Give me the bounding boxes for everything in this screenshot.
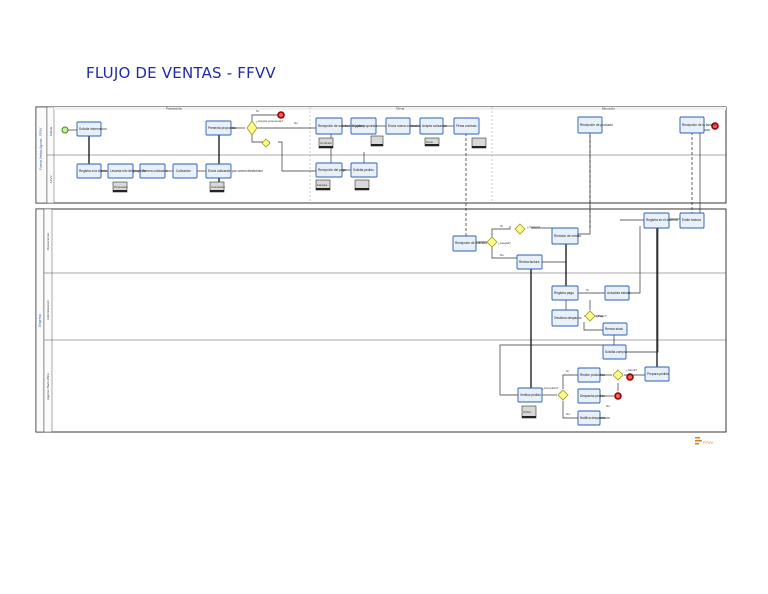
task-label: Cotización [176, 169, 191, 173]
lane-backoffice-label: Agente / Back office [46, 373, 50, 400]
task-label: Presenta propuesta [208, 126, 236, 130]
gateway-label: ¿Completo? [542, 386, 559, 390]
gateway-label: ¿Acepta propuesta? [256, 119, 283, 123]
task-label: Emite factura [682, 218, 701, 222]
task-label: Notifica despacho [580, 416, 606, 420]
task-label: Verifica pedido [520, 393, 541, 397]
gateway-stock [612, 369, 624, 381]
flow-label-yes: Sí [500, 224, 503, 228]
flow-label-yes: Sí [566, 369, 569, 373]
flow-label-no: No [566, 412, 570, 416]
task-label: Acepta cotización [422, 124, 447, 128]
task-label: Levanta info del proyecto [110, 169, 146, 173]
lane-operaciones-label: Operaciones [46, 232, 50, 250]
task-label: Gestiona despacho [554, 316, 582, 320]
task-label: Registra en el sistema [646, 218, 678, 222]
lane-ffvv-label: FFVV [49, 175, 53, 183]
task-label: Genera cotización [142, 169, 168, 173]
phase-oferta-label: Oferta [396, 107, 405, 111]
lane-cliente-label: Cliente [49, 126, 53, 136]
flow-label-no: No [606, 404, 610, 408]
gateway-extra [261, 138, 271, 148]
task-label: Recepción del pago [318, 168, 346, 172]
task-label: Prepara pedido [647, 372, 669, 376]
process-diagram: Fuerza Ventas Agente - FFVV Cliente FFVV… [35, 107, 727, 433]
task-label: Solicita compra [605, 350, 627, 354]
pool-bottom-label: Empresa [38, 314, 42, 327]
task-label: Actualiza estado [607, 291, 631, 295]
gateway-completo [557, 389, 569, 401]
document-label: Cotización [211, 185, 225, 189]
task-label: Recepción de solicitud [455, 241, 487, 245]
pool-top: Fuerza Ventas Agente - FFVV Cliente FFVV… [35, 107, 727, 204]
task-label: Despacha pedido [580, 394, 605, 398]
task-label: Recepción de producto [580, 123, 613, 127]
task-label: Registra a la cliente [79, 169, 107, 173]
thick-flows [218, 171, 658, 390]
sequence-flows [68, 114, 710, 419]
gateway-credito [514, 223, 526, 235]
logo-text: FFVV [703, 440, 714, 445]
start-event [61, 126, 69, 134]
gateway-label: ¿Pago? [596, 314, 607, 318]
task-label: Solicita pedido [353, 168, 374, 172]
flow-label-no: No [500, 253, 504, 257]
task-label: Revisa stock [605, 327, 623, 331]
task-label: Revisa factura [519, 260, 540, 264]
document-label: Contrato [320, 141, 332, 145]
pool-bottom: Empresa Operaciones Administración Agent… [35, 208, 727, 433]
flow-label-yes: Sí [256, 109, 259, 113]
document-label: Guía [426, 140, 433, 144]
flow-label-no: No [294, 121, 298, 125]
tasks [76, 116, 705, 426]
gateway-pago [584, 310, 596, 322]
gateway-label: ¿Acepta? [498, 241, 511, 245]
document-label: Orden [523, 410, 532, 414]
phase-ejecucion-label: Ejecución [602, 107, 615, 111]
document-label: Factura [317, 183, 328, 187]
task-label: Envía cotización por correo electrónico [208, 169, 263, 173]
gateway-acepta [486, 236, 498, 248]
task-label: Recepción de la factura [682, 123, 716, 127]
gateway-label: ¿Stock? [626, 368, 637, 372]
lane-administracion-label: Administración [46, 300, 50, 320]
task-label: Firma contrato [456, 124, 477, 128]
phase-preparacion-label: Preparación [166, 107, 183, 111]
gateway-label: ¿Crédito? [527, 225, 541, 229]
task-label: Revisión de crédito [554, 234, 581, 238]
task-label: Ajusta propuesta [353, 124, 377, 128]
pool-top-label: Fuerza Ventas Agente - FFVV [39, 127, 43, 170]
flow-label-yes: Sí [586, 288, 589, 292]
end-event-1 [277, 111, 285, 119]
end-event-4 [614, 392, 622, 400]
task-label: Solicita información [79, 127, 107, 131]
task-label: Recibe productos [580, 373, 605, 377]
task-label: Registra pago [554, 291, 574, 295]
gateway-acepta-propuesta [246, 120, 258, 136]
company-logo: FFVV [695, 437, 714, 445]
document-label: Propuesta [114, 185, 128, 189]
task-label: Envía nueva cotización [388, 124, 421, 128]
